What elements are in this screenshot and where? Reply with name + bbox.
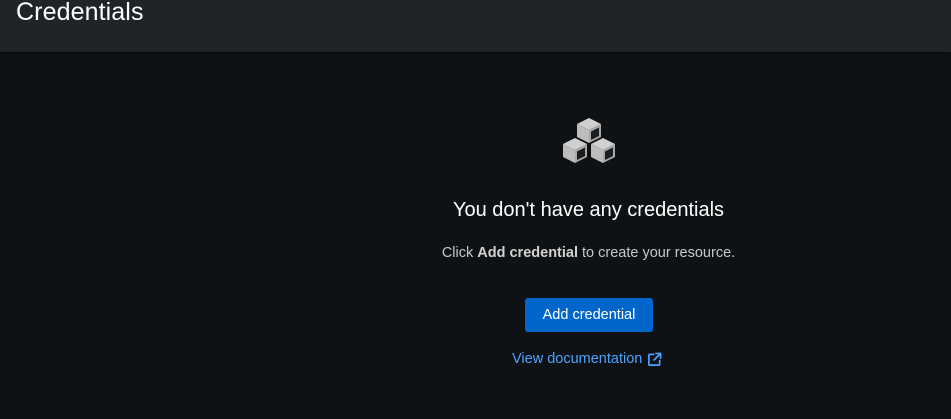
view-documentation-label: View documentation	[512, 351, 643, 367]
page-title: Credentials	[16, 0, 144, 26]
cubes-icon	[560, 116, 618, 166]
credentials-page: Credentials You don't have any credentia…	[0, 0, 951, 419]
page-header: Credentials	[0, 0, 951, 52]
empty-state-heading: You don't have any credentials	[452, 199, 725, 221]
add-credential-button[interactable]: Add credential	[525, 298, 653, 332]
empty-state: You don't have any credentials Click Add…	[0, 52, 951, 419]
empty-state-body: Click Add credential to create your reso…	[0, 243, 951, 263]
external-link-icon	[647, 352, 662, 367]
empty-state-body-prefix: Click	[441, 245, 478, 261]
empty-state-body-suffix: to create your resource.	[578, 245, 736, 261]
view-documentation-link[interactable]: View documentation	[512, 348, 662, 370]
empty-state-body-bold: Add credential	[477, 245, 578, 261]
